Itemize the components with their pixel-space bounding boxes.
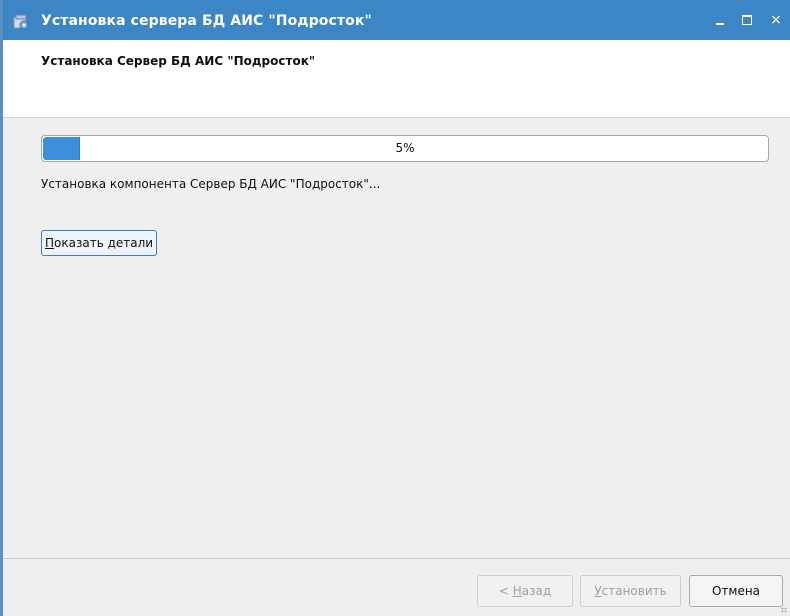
title-bar[interactable]: Установка сервера БД АИС "Подросток" ×: [3, 0, 790, 40]
close-button[interactable]: ×: [767, 11, 785, 29]
content-area: 5% Установка компонента Сервер БД АИС "П…: [3, 118, 790, 558]
installer-icon: [13, 14, 29, 30]
window-title: Установка сервера БД АИС "Подросток": [41, 13, 372, 29]
status-text: Установка компонента Сервер БД АИС "Подр…: [41, 177, 381, 191]
page-header: Установка Сервер БД АИС "Подросток": [3, 40, 790, 118]
cancel-button[interactable]: Отмена: [689, 575, 783, 607]
installer-window: Установка сервера БД АИС "Подросток" × У…: [0, 0, 790, 616]
minimize-icon: [716, 23, 724, 25]
maximize-button[interactable]: [738, 11, 756, 29]
install-button[interactable]: Установить: [580, 575, 681, 607]
minimize-button[interactable]: [711, 11, 729, 29]
back-button[interactable]: < Назад: [477, 575, 573, 607]
maximize-icon: [742, 15, 752, 25]
page-heading: Установка Сервер БД АИС "Подросток": [41, 54, 316, 68]
close-icon: ×: [770, 12, 782, 28]
show-details-button[interactable]: Показать детали: [41, 230, 158, 256]
install-progress-bar: 5%: [41, 135, 769, 162]
progress-percent: 5%: [395, 141, 415, 155]
resize-grip[interactable]: [781, 607, 787, 613]
footer-divider: [3, 558, 790, 559]
